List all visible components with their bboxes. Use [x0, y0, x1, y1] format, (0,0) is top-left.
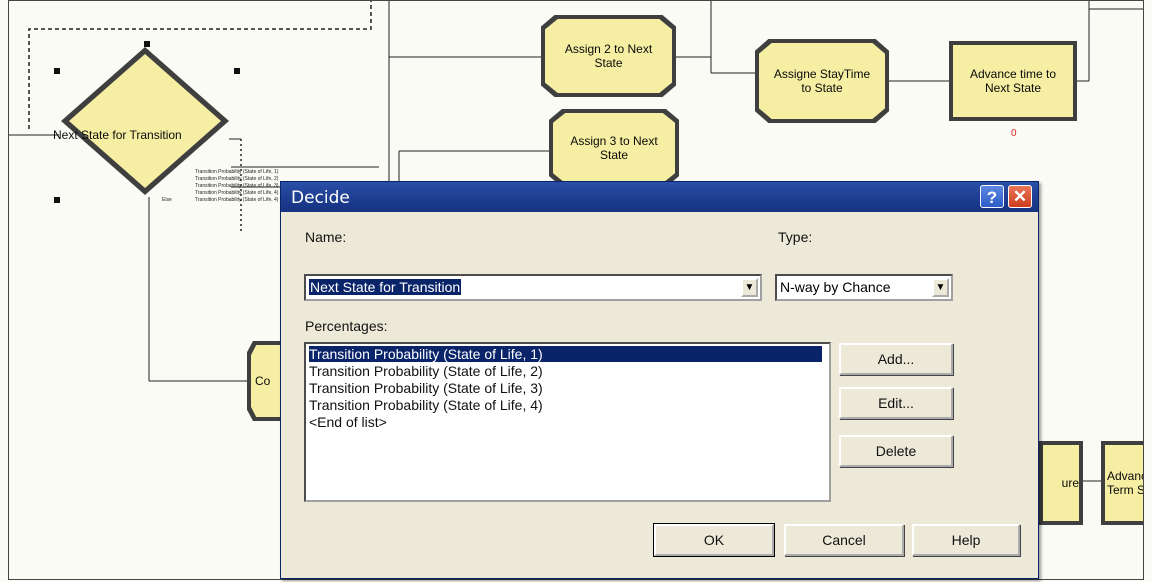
help-button[interactable]: Help — [912, 524, 1020, 556]
list-item[interactable]: Transition Probability (State of Life, 2… — [309, 363, 543, 379]
bottom-mid-module-label: ure — [1061, 476, 1079, 490]
bottom-right-module-label: Advanc Term S — [1107, 469, 1144, 497]
chevron-down-icon[interactable]: ▼ — [741, 278, 758, 297]
assign-2-module[interactable]: Assign 2 to Next State — [541, 15, 676, 97]
screenshot-stage: Next State for Transition Transition Pro… — [0, 0, 1152, 582]
percentages-list[interactable]: Transition Probability (State of Life, 1… — [304, 342, 831, 502]
branch-label: Transition Probability (State of Life, 3… — [195, 183, 279, 189]
branch-label: Transition Probability (State of Life, 4… — [195, 197, 279, 203]
dialog-title-bar[interactable]: Decide ? ✕ — [281, 182, 1038, 212]
name-combo[interactable]: Next State for Transition ▼ — [304, 274, 762, 301]
edit-button[interactable]: Edit... — [839, 387, 953, 419]
bottom-right-module[interactable]: Advanc Term S — [1101, 441, 1144, 525]
name-value: Next State for Transition — [309, 279, 462, 295]
branch-label: Transition Probability (State of Life, 4… — [195, 190, 279, 196]
list-item[interactable]: Transition Probability (State of Life, 4… — [309, 397, 543, 413]
selection-handle[interactable] — [144, 41, 150, 47]
list-item[interactable]: <End of list> — [309, 414, 387, 430]
list-item[interactable]: Transition Probability (State of Life, 3… — [309, 380, 543, 396]
name-label: Name: — [305, 229, 347, 245]
cancel-button[interactable]: Cancel — [784, 524, 904, 556]
assign-3-label: Assign 3 to Next State — [570, 134, 658, 162]
advance-time-module[interactable]: Advance time to Next State — [949, 41, 1077, 121]
selection-handle[interactable] — [54, 68, 60, 74]
assigne-staytime-label: Assigne StayTime to State — [773, 67, 871, 95]
decide-dialog: Decide ? ✕ Name: Type: Next State for Tr… — [280, 181, 1039, 579]
selection-handle[interactable] — [234, 68, 240, 74]
percentages-label: Percentages: — [305, 318, 388, 334]
dialog-title: Decide — [291, 188, 350, 208]
bottom-left-module-label: Co — [255, 374, 271, 388]
bottom-mid-module[interactable]: ure — [1039, 441, 1083, 525]
close-icon[interactable]: ✕ — [1008, 185, 1032, 208]
decide-module-label[interactable]: Next State for Transition — [53, 128, 182, 142]
assign-3-module[interactable]: Assign 3 to Next State — [549, 109, 679, 187]
advance-counter: 0 — [1011, 128, 1017, 139]
type-select[interactable]: N-way by Chance ▼ — [775, 274, 953, 301]
else-label: Else — [162, 197, 172, 203]
branch-label: Transition Probability (State of Life, 2… — [195, 176, 279, 182]
chevron-down-icon[interactable]: ▼ — [932, 278, 949, 297]
delete-button[interactable]: Delete — [839, 435, 953, 467]
add-button[interactable]: Add... — [839, 343, 953, 375]
list-item[interactable]: Transition Probability (State of Life, 1… — [309, 346, 822, 362]
assigne-staytime-module[interactable]: Assigne StayTime to State — [755, 39, 889, 123]
assign-2-label: Assign 2 to Next State — [564, 42, 653, 70]
help-icon[interactable]: ? — [980, 185, 1004, 208]
advance-time-label: Advance time to Next State — [969, 67, 1057, 95]
type-value: N-way by Chance — [780, 279, 891, 295]
branch-label: Transition Probability (State of Life, 1… — [195, 169, 279, 175]
ok-button[interactable]: OK — [653, 523, 775, 557]
selection-handle[interactable] — [54, 197, 60, 203]
type-label: Type: — [778, 229, 813, 245]
